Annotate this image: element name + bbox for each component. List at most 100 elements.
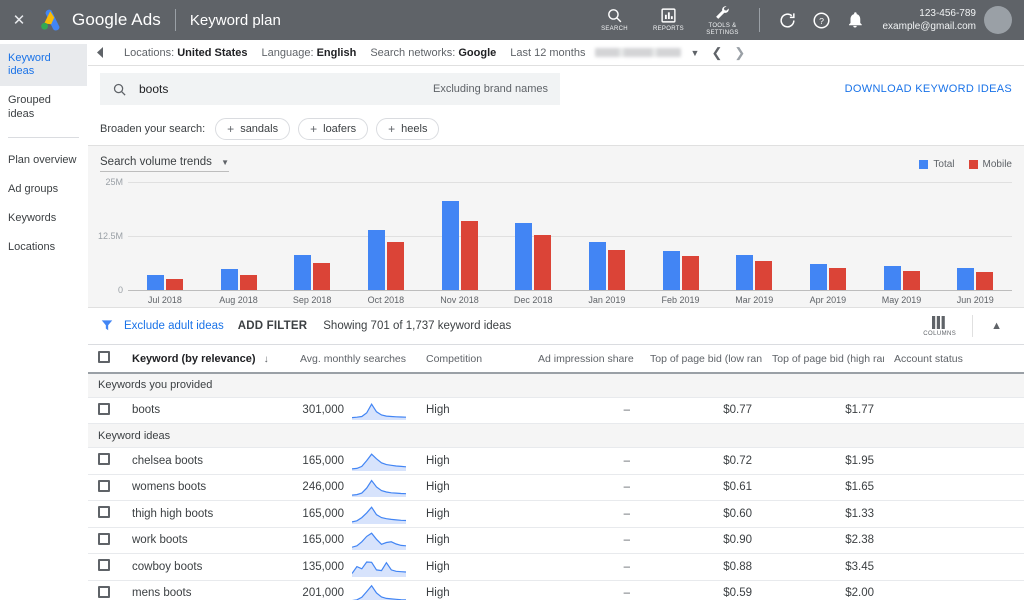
chart-bar-group[interactable]: Sep 2018 (275, 182, 349, 305)
keyword-search-input[interactable]: boots Excluding brand names (100, 73, 560, 105)
cell-keyword[interactable]: work boots (122, 527, 268, 554)
broaden-chip-loafers[interactable]: + loafers (298, 117, 369, 140)
next-period-icon[interactable]: ❯ (734, 45, 745, 61)
locations-filter[interactable]: Locations: United States (124, 47, 248, 59)
legend-item-mobile[interactable]: Mobile (968, 159, 1012, 170)
tools-settings-button[interactable]: TOOLS & SETTINGS (695, 4, 749, 37)
column-header-competition[interactable]: Competition (416, 345, 528, 374)
sidebar-item-keyword-ideas[interactable]: Keyword ideas (0, 44, 87, 87)
table-row[interactable]: work boots 165,000 High – $0.90 $2.38 (88, 527, 1024, 554)
row-checkbox[interactable] (98, 453, 110, 466)
columns-button[interactable]: COLUMNS (915, 315, 964, 337)
chart-bar-total[interactable] (220, 269, 238, 290)
chart-bar-mobile[interactable] (755, 260, 773, 290)
chart-metric-selector[interactable]: Search volume trends ▼ (100, 156, 229, 172)
account-info[interactable]: 123-456-789 example@gmail.com (882, 7, 976, 33)
row-checkbox[interactable] (98, 585, 110, 598)
chart-bar-total[interactable] (736, 255, 754, 290)
date-range-filter[interactable]: Last 12 months (510, 47, 681, 59)
chart-bar-mobile[interactable] (239, 274, 257, 290)
add-filter-button[interactable]: ADD FILTER (238, 320, 308, 332)
avatar[interactable] (984, 6, 1012, 34)
chart-bar-group[interactable]: Nov 2018 (423, 182, 497, 305)
column-header-bid-high[interactable]: Top of page bid (high range) (762, 345, 884, 374)
search-tool-button[interactable]: SEARCH (587, 7, 641, 33)
sidebar-item-plan-overview[interactable]: Plan overview (0, 146, 87, 175)
collapse-panel-icon[interactable] (90, 40, 110, 66)
row-checkbox[interactable] (98, 559, 110, 572)
table-row[interactable]: cowboy boots 135,000 High – $0.88 $3.45 (88, 553, 1024, 581)
chart-bar-group[interactable]: Oct 2018 (349, 182, 423, 305)
table-row[interactable]: womens boots 246,000 High – $0.61 $1.65 (88, 474, 1024, 501)
column-header-ad-impression-share[interactable]: Ad impression share (528, 345, 640, 374)
sidebar-item-ad-groups[interactable]: Ad groups (0, 175, 87, 204)
sidebar-item-grouped-ideas[interactable]: Grouped ideas (0, 86, 87, 128)
cell-keyword[interactable]: chelsea boots (122, 447, 268, 475)
cell-keyword[interactable]: mens boots (122, 580, 268, 600)
chart-bar-total[interactable] (957, 268, 975, 290)
exclude-adult-ideas-button[interactable]: Exclude adult ideas (124, 320, 224, 332)
chart-bar-total[interactable] (441, 201, 459, 290)
chart-bar-mobile[interactable] (681, 256, 699, 290)
previous-period-icon[interactable]: ❮ (711, 45, 722, 61)
sidebar-item-keywords[interactable]: Keywords (0, 204, 87, 233)
cell-keyword[interactable]: boots (122, 397, 268, 424)
download-keyword-ideas-button[interactable]: DOWNLOAD KEYWORD IDEAS (845, 83, 1012, 95)
row-checkbox[interactable] (98, 532, 110, 545)
broaden-chip-sandals[interactable]: + sandals (215, 117, 291, 140)
column-header-account-status[interactable]: Account status (884, 345, 1024, 374)
column-header-avg-monthly-searches[interactable]: Avg. monthly searches (268, 345, 416, 374)
date-range-dropdown-icon[interactable]: ▼ (691, 48, 700, 58)
chart-bar-group[interactable]: Apr 2019 (791, 182, 865, 305)
reports-tool-button[interactable]: REPORTS (641, 7, 695, 33)
chart-bar-mobile[interactable] (607, 249, 625, 290)
chart-bar-group[interactable]: Aug 2018 (202, 182, 276, 305)
table-row[interactable]: mens boots 201,000 High – $0.59 $2.00 (88, 580, 1024, 600)
cell-keyword[interactable]: womens boots (122, 474, 268, 501)
refresh-icon[interactable] (770, 3, 804, 37)
chart-bar-group[interactable]: Jan 2019 (570, 182, 644, 305)
chart-bar-total[interactable] (294, 254, 312, 290)
chart-bar-mobile[interactable] (386, 242, 404, 290)
chart-bar-total[interactable] (809, 263, 827, 290)
table-row[interactable]: thigh high boots 165,000 High – $0.60 $1.33 (88, 500, 1024, 528)
notifications-icon[interactable] (838, 3, 872, 37)
keyword-table-container[interactable]: Keyword (by relevance) ↓ Avg. monthly se… (88, 344, 1024, 600)
chart-bar-mobile[interactable] (313, 263, 331, 290)
chart-bar-mobile[interactable] (165, 278, 183, 290)
language-filter[interactable]: Language: English (262, 47, 357, 59)
cell-keyword[interactable]: thigh high boots (122, 500, 268, 528)
row-checkbox[interactable] (98, 479, 110, 492)
chart-bar-group[interactable]: May 2019 (865, 182, 939, 305)
chart-bar-mobile[interactable] (460, 220, 478, 290)
google-ads-logo[interactable]: Google Ads (38, 8, 161, 32)
chart-bar-mobile[interactable] (976, 271, 994, 290)
chart-bar-total[interactable] (883, 265, 901, 290)
collapse-table-icon[interactable]: ▲ (981, 320, 1012, 332)
table-row[interactable]: boots 301,000 High – $0.77 $1.77 (88, 397, 1024, 424)
chart-bar-total[interactable] (367, 230, 385, 290)
chart-bar-group[interactable]: Dec 2018 (496, 182, 570, 305)
chart-bar-group[interactable]: Mar 2019 (717, 182, 791, 305)
legend-item-total[interactable]: Total (919, 159, 955, 170)
help-icon[interactable]: ? (804, 3, 838, 37)
sidebar-item-locations[interactable]: Locations (0, 233, 87, 262)
column-header-bid-low[interactable]: Top of page bid (low range) (640, 345, 762, 374)
chart-bar-total[interactable] (662, 250, 680, 290)
broaden-chip-heels[interactable]: + heels (376, 117, 440, 140)
chart-bar-total[interactable] (588, 241, 606, 290)
row-checkbox[interactable] (98, 402, 110, 415)
chart-bar-total[interactable] (146, 274, 164, 290)
row-checkbox[interactable] (98, 506, 110, 519)
table-row[interactable]: chelsea boots 165,000 High – $0.72 $1.95 (88, 447, 1024, 475)
chart-bar-group[interactable]: Jun 2019 (938, 182, 1012, 305)
chart-bar-group[interactable]: Jul 2018 (128, 182, 202, 305)
chart-bar-mobile[interactable] (902, 271, 920, 290)
networks-filter[interactable]: Search networks: Google (370, 47, 496, 59)
chart-bar-total[interactable] (515, 223, 533, 290)
chart-bar-mobile[interactable] (534, 235, 552, 290)
chart-bar-group[interactable]: Feb 2019 (644, 182, 718, 305)
select-all-checkbox[interactable] (98, 351, 110, 363)
chart-bar-mobile[interactable] (828, 267, 846, 290)
close-icon[interactable]: ✕ (8, 9, 30, 31)
